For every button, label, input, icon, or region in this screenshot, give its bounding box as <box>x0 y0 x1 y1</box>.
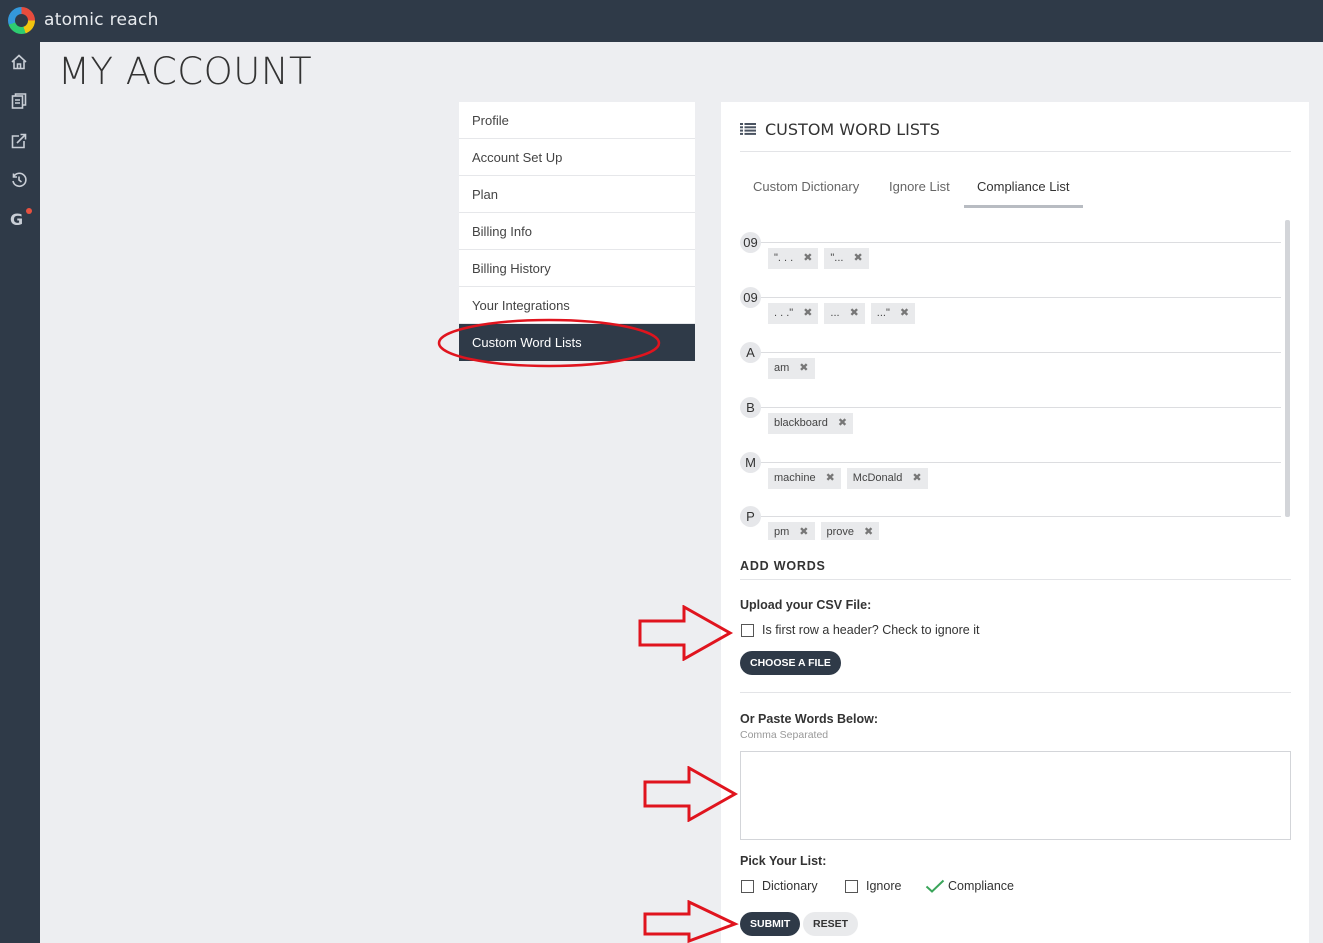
word-chip: . . ." ✖ <box>768 303 819 324</box>
word-text: pm <box>774 526 790 538</box>
paste-words-label: Or Paste Words Below: <box>740 712 878 726</box>
word-text: ..." <box>876 307 890 319</box>
paste-words-textarea[interactable] <box>740 751 1291 840</box>
tab-ignore-list[interactable]: Ignore List <box>876 174 963 208</box>
word-chip: ..." ✖ <box>870 303 916 324</box>
dictionary-checkbox-label: Dictionary <box>762 879 818 893</box>
group-letter: M <box>740 452 761 473</box>
dictionary-checkbox[interactable] <box>741 880 754 893</box>
list-icon <box>740 123 756 135</box>
compliance-check-icon[interactable] <box>925 879 945 893</box>
left-sidebar: G <box>0 42 40 943</box>
group-letter: B <box>740 397 761 418</box>
group-letter: P <box>740 506 761 527</box>
word-group: 09 ". . . ✖ "... ✖ <box>740 220 1281 275</box>
word-chip: ". . . ✖ <box>768 248 819 269</box>
group-rule <box>761 297 1281 298</box>
word-group: M machine ✖ McDonald ✖ <box>740 440 1281 495</box>
top-bar: atomic reach <box>0 0 1323 42</box>
section-divider <box>740 692 1291 693</box>
word-group: A am ✖ <box>740 330 1281 385</box>
word-text: am <box>774 362 790 374</box>
group-letter: A <box>740 342 761 363</box>
group-letter: 09 <box>740 232 761 253</box>
word-chip: pm ✖ <box>768 522 815 540</box>
remove-icon[interactable]: ✖ <box>803 303 812 324</box>
notification-dot <box>26 208 32 214</box>
annotation-arrow-checkbox <box>638 605 734 661</box>
reset-button[interactable]: RESET <box>803 912 859 936</box>
panel-header: CUSTOM WORD LISTS <box>740 120 1291 152</box>
menu-item-plan[interactable]: Plan <box>459 176 695 213</box>
annotation-arrow-submit <box>643 900 739 943</box>
word-chip: machine ✖ <box>768 468 841 489</box>
word-list-tabs: Custom Dictionary Ignore List Compliance… <box>740 174 1291 208</box>
group-rule <box>761 462 1281 463</box>
remove-icon[interactable]: ✖ <box>864 522 873 540</box>
group-rule <box>761 242 1281 243</box>
remove-icon[interactable]: ✖ <box>853 248 862 269</box>
tab-custom-dictionary[interactable]: Custom Dictionary <box>740 174 872 208</box>
remove-icon[interactable]: ✖ <box>838 413 847 434</box>
word-text: . . ." <box>774 307 794 319</box>
word-text: ... <box>830 307 840 319</box>
word-chip: "... ✖ <box>824 248 869 269</box>
word-chip: ... ✖ <box>824 303 865 324</box>
group-letter: 09 <box>740 287 761 308</box>
menu-item-account-set-up[interactable]: Account Set Up <box>459 139 695 176</box>
remove-icon[interactable]: ✖ <box>799 522 808 540</box>
word-chip: blackboard ✖ <box>768 413 854 434</box>
word-text: ". . . <box>774 252 794 264</box>
word-text: "... <box>830 252 844 264</box>
menu-item-billing-history[interactable]: Billing History <box>459 250 695 287</box>
ignore-checkbox[interactable] <box>845 880 858 893</box>
custom-word-lists-panel: CUSTOM WORD LISTS Custom Dictionary Igno… <box>721 102 1309 943</box>
word-list-scrollbar[interactable] <box>1285 220 1290 517</box>
word-text: McDonald <box>852 472 903 484</box>
group-rule <box>761 352 1281 353</box>
history-icon[interactable] <box>10 171 30 191</box>
upload-csv-label: Upload your CSV File: <box>740 598 872 612</box>
remove-icon[interactable]: ✖ <box>900 303 909 324</box>
word-group: 09 . . ." ✖ ... ✖ ..." ✖ <box>740 275 1281 330</box>
remove-icon[interactable]: ✖ <box>912 468 921 489</box>
share-icon[interactable] <box>10 132 30 152</box>
word-chip: prove ✖ <box>820 522 880 540</box>
annotation-ellipse <box>437 318 661 368</box>
brand-name: atomic reach <box>44 10 159 30</box>
header-row-checkbox-label: Is first row a header? Check to ignore i… <box>762 623 980 637</box>
clipboard-icon[interactable] <box>10 92 30 112</box>
menu-item-billing-info[interactable]: Billing Info <box>459 213 695 250</box>
compliance-word-list[interactable]: 09 ". . . ✖ "... ✖ 09 . . ." ✖ ... ✖ ..." ✖ A… <box>740 220 1291 540</box>
pick-list-label: Pick Your List: <box>740 854 827 868</box>
group-rule <box>761 516 1281 517</box>
paste-words-hint: Comma Separated <box>740 729 829 741</box>
word-text: prove <box>826 526 855 538</box>
remove-icon[interactable]: ✖ <box>803 248 812 269</box>
word-group: B blackboard ✖ <box>740 385 1281 440</box>
word-chip: am ✖ <box>768 358 815 379</box>
submit-button[interactable]: SUBMIT <box>740 912 801 936</box>
ignore-checkbox-label: Ignore <box>866 879 902 893</box>
remove-icon[interactable]: ✖ <box>850 303 859 324</box>
word-chip: McDonald ✖ <box>846 468 928 489</box>
annotation-arrow-textarea <box>643 766 739 822</box>
remove-icon[interactable]: ✖ <box>799 358 808 379</box>
atomic-reach-logo[interactable] <box>8 7 35 34</box>
compliance-checkbox-label: Compliance <box>948 879 1015 893</box>
home-icon[interactable] <box>10 53 30 73</box>
word-group: P pm ✖ prove ✖ <box>740 494 1281 540</box>
choose-file-button[interactable]: CHOOSE A FILE <box>740 651 841 675</box>
panel-title: CUSTOM WORD LISTS <box>765 120 940 139</box>
tab-compliance-list[interactable]: Compliance List <box>964 174 1083 208</box>
google-icon[interactable]: G <box>10 208 32 230</box>
word-text: machine <box>774 472 816 484</box>
page-title: MY ACCOUNT <box>58 50 313 93</box>
remove-icon[interactable]: ✖ <box>826 468 835 489</box>
word-text: blackboard <box>774 417 828 429</box>
menu-item-profile[interactable]: Profile <box>459 102 695 139</box>
header-row-checkbox[interactable] <box>741 624 754 637</box>
group-rule <box>761 407 1281 408</box>
add-words-title: ADD WORDS <box>740 559 1291 580</box>
